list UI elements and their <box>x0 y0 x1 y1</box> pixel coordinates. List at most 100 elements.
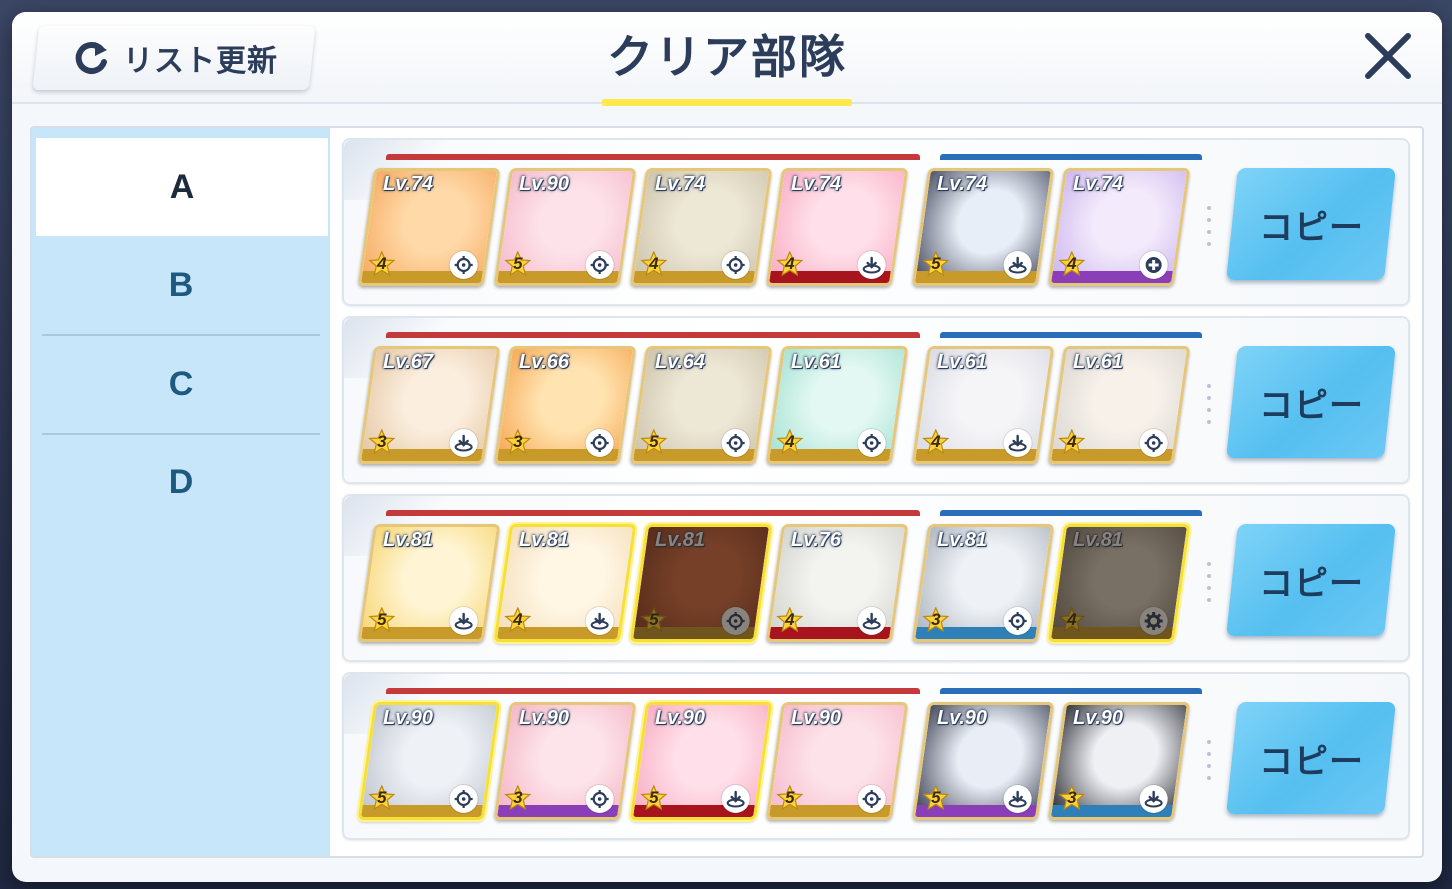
tank-icon <box>1003 251 1032 279</box>
star-count: 4 <box>377 254 387 273</box>
level-label: Lv.90 <box>1072 707 1124 729</box>
level-label: Lv.81 <box>1072 529 1124 551</box>
level-label: Lv.66 <box>518 351 570 373</box>
more-options-icon[interactable] <box>1206 562 1212 606</box>
special-student-card[interactable]: Lv.81 4 <box>1047 524 1191 642</box>
copy-button-label: コピー <box>1258 386 1364 425</box>
striker-student-card[interactable]: Lv.81 5 <box>357 524 501 642</box>
sidebar-item-a[interactable]: A <box>36 138 328 236</box>
special-student-card[interactable]: Lv.61 4 <box>911 346 1055 464</box>
more-options-icon[interactable] <box>1206 740 1212 784</box>
more-options-icon[interactable] <box>1206 384 1212 428</box>
star-count: 4 <box>785 610 795 629</box>
striker-student-card[interactable]: Lv.81 4 <box>493 524 637 642</box>
team-row: Lv.90 5 Lv.90 3 Lv.90 5 Lv.90 5 Lv.90 5 Lv.90 3 コピー <box>342 672 1410 840</box>
close-icon <box>1365 33 1411 79</box>
striker-bar <box>386 688 920 694</box>
refresh-list-label: リスト更新 <box>122 45 278 78</box>
card-rarity-band <box>1051 627 1173 639</box>
star-count: 4 <box>649 254 659 273</box>
striker-bar <box>386 332 920 338</box>
refresh-icon <box>75 42 107 74</box>
striker-student-card[interactable]: Lv.90 3 <box>493 702 637 820</box>
crosshair-icon <box>585 429 614 457</box>
striker-student-card[interactable]: Lv.90 5 <box>357 702 501 820</box>
team-row: Lv.67 3 Lv.66 3 Lv.64 5 Lv.61 4 Lv.61 4 Lv.61 4 コピー <box>342 316 1410 484</box>
gear-icon <box>1139 607 1168 635</box>
tank-icon <box>449 607 478 635</box>
striker-student-card[interactable]: Lv.74 4 <box>629 168 773 286</box>
special-student-card[interactable]: Lv.81 3 <box>911 524 1055 642</box>
crosshair-icon <box>449 785 478 813</box>
more-options-icon[interactable] <box>1206 206 1212 250</box>
close-button[interactable] <box>1362 30 1414 82</box>
student-portrait <box>1051 527 1187 639</box>
special-bar <box>940 332 1202 338</box>
striker-student-card[interactable]: Lv.90 5 <box>493 168 637 286</box>
tank-icon <box>857 251 886 279</box>
crosshair-icon <box>1003 607 1032 635</box>
striker-student-card[interactable]: Lv.74 4 <box>765 168 909 286</box>
striker-student-card[interactable]: Lv.76 4 <box>765 524 909 642</box>
crosshair-icon <box>585 251 614 279</box>
star-count: 3 <box>377 432 387 451</box>
tank-icon <box>1003 785 1032 813</box>
sidebar-item-d[interactable]: D <box>32 433 330 531</box>
star-count: 3 <box>513 788 523 807</box>
striker-student-card[interactable]: Lv.66 3 <box>493 346 637 464</box>
level-label: Lv.74 <box>1072 173 1124 195</box>
content-panel: A B C D Lv.74 4 Lv.90 5 Lv.74 4 Lv.74 4 Lv.74 5 Lv… <box>30 126 1424 858</box>
level-label: Lv.74 <box>790 173 842 195</box>
striker-student-card[interactable]: Lv.61 4 <box>765 346 909 464</box>
copy-button[interactable]: コピー <box>1226 346 1396 458</box>
striker-student-card[interactable]: Lv.64 5 <box>629 346 773 464</box>
special-student-card[interactable]: Lv.74 5 <box>911 168 1055 286</box>
star-count: 5 <box>649 610 659 629</box>
special-student-card[interactable]: Lv.74 4 <box>1047 168 1191 286</box>
star-count: 4 <box>785 432 795 451</box>
refresh-list-button[interactable]: リスト更新 <box>32 26 316 90</box>
star-count: 5 <box>649 788 659 807</box>
level-label: Lv.74 <box>936 173 988 195</box>
star-count: 5 <box>649 432 659 451</box>
copy-button-label: コピー <box>1258 208 1364 247</box>
crosshair-icon <box>1139 429 1168 457</box>
special-bar <box>940 510 1202 516</box>
copy-button-label: コピー <box>1258 564 1364 603</box>
star-count: 4 <box>931 432 941 451</box>
level-label: Lv.81 <box>382 529 434 551</box>
title-underline <box>602 99 852 106</box>
special-student-card[interactable]: Lv.61 4 <box>1047 346 1191 464</box>
student-portrait <box>633 527 769 639</box>
star-count: 4 <box>785 254 795 273</box>
level-label: Lv.74 <box>382 173 434 195</box>
copy-button[interactable]: コピー <box>1226 702 1396 814</box>
striker-student-card[interactable]: Lv.67 3 <box>357 346 501 464</box>
level-label: Lv.90 <box>518 707 570 729</box>
special-student-card[interactable]: Lv.90 5 <box>911 702 1055 820</box>
level-label: Lv.61 <box>1072 351 1124 373</box>
special-student-card[interactable]: Lv.90 3 <box>1047 702 1191 820</box>
copy-button[interactable]: コピー <box>1226 168 1396 280</box>
level-label: Lv.64 <box>654 351 706 373</box>
special-bar <box>940 154 1202 160</box>
crosshair-icon <box>585 785 614 813</box>
striker-student-card[interactable]: Lv.90 5 <box>765 702 909 820</box>
tank-icon <box>1003 429 1032 457</box>
level-label: Lv.90 <box>790 707 842 729</box>
team-sidebar: A B C D <box>32 128 330 856</box>
team-row: Lv.74 4 Lv.90 5 Lv.74 4 Lv.74 4 Lv.74 5 Lv.74 4 コピー <box>342 138 1410 306</box>
copy-button[interactable]: コピー <box>1226 524 1396 636</box>
striker-student-card[interactable]: Lv.90 5 <box>629 702 773 820</box>
team-row: Lv.81 5 Lv.81 4 Lv.81 5 Lv.76 4 Lv.81 3 Lv.81 4 コピー <box>342 494 1410 662</box>
level-label: Lv.74 <box>654 173 706 195</box>
sidebar-item-c[interactable]: C <box>32 335 330 433</box>
star-count: 5 <box>377 788 387 807</box>
level-label: Lv.90 <box>382 707 434 729</box>
striker-student-card[interactable]: Lv.74 4 <box>357 168 501 286</box>
crosshair-icon <box>857 429 886 457</box>
level-label: Lv.61 <box>790 351 842 373</box>
tank-icon <box>857 607 886 635</box>
striker-student-card[interactable]: Lv.81 5 <box>629 524 773 642</box>
sidebar-item-b[interactable]: B <box>32 236 330 334</box>
